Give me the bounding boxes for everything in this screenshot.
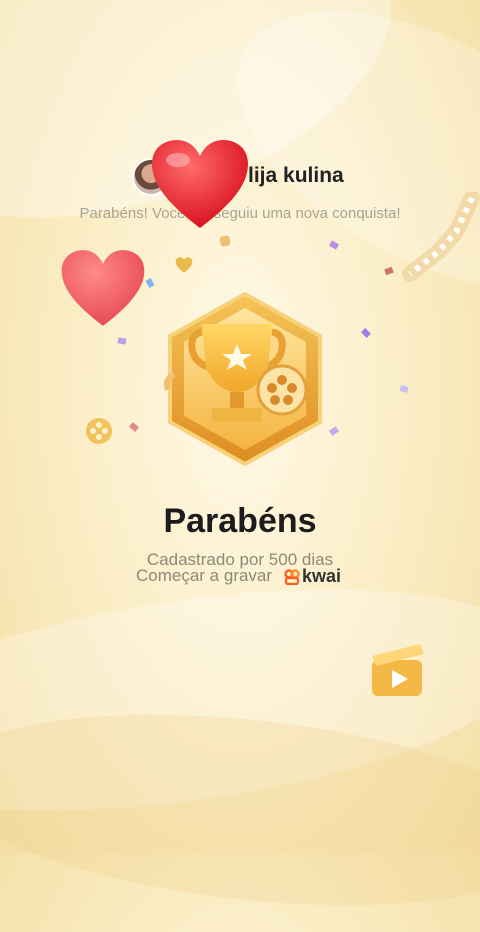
kwai-logo: kwai (284, 566, 341, 587)
confetti (329, 426, 339, 436)
gold-heart-icon (175, 257, 193, 273)
achievement-title: Parabéns (163, 502, 317, 540)
username: lija kulina (248, 164, 344, 187)
confetti (399, 385, 409, 393)
trophy-badge-icon (163, 291, 322, 467)
kwai-logo-icon (284, 568, 300, 585)
confetti (219, 235, 231, 247)
background-swoosh (0, 688, 480, 932)
film-reel-icon (86, 418, 112, 444)
confetti (384, 266, 394, 276)
confetti (329, 240, 339, 250)
film-strip-icon (402, 192, 480, 282)
confetti (361, 328, 371, 338)
kwai-brand: kwai (302, 566, 342, 586)
background-swoosh (0, 0, 428, 274)
record-cta-text[interactable]: Começar a gravar (136, 566, 272, 586)
confetti (129, 422, 139, 432)
confetti (145, 278, 155, 288)
heart-icon (61, 250, 145, 326)
confetti (117, 337, 127, 345)
heart-icon (152, 140, 248, 228)
clapperboard-icon (372, 644, 424, 696)
